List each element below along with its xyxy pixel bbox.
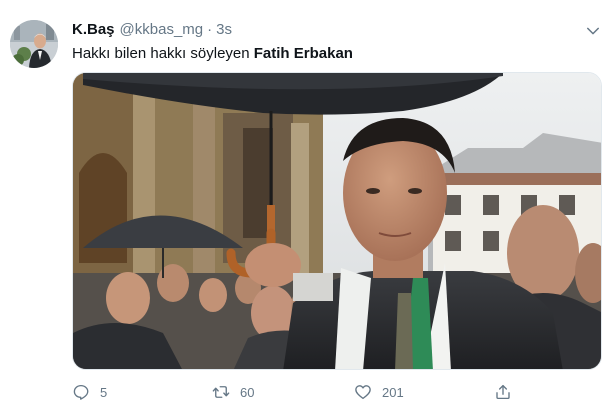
retweet-count: 60 (240, 384, 255, 400)
heart-icon (355, 385, 371, 400)
reply-count: 5 (100, 384, 108, 400)
tweet-actions: 5 60 201 (72, 380, 542, 404)
display-name[interactable]: K.Baş (72, 21, 115, 38)
share-icon (496, 384, 510, 400)
tweet-text: Hakkı bilen hakkı söyleyen Fatih Erbakan (72, 44, 353, 64)
user-handle[interactable]: @kkbas_mg (120, 21, 204, 38)
reply-icon (73, 384, 89, 400)
like-button[interactable]: 201 (354, 380, 404, 404)
tweet-text-mention: Fatih Erbakan (253, 45, 353, 62)
retweet-icon (212, 386, 230, 398)
like-count: 201 (382, 384, 404, 400)
reply-button[interactable]: 5 (72, 380, 107, 404)
tweet-header: K.Baş @kkbas_mg · 3s (72, 21, 232, 41)
tweet-text-prefix: Hakkı bilen hakkı söyleyen (72, 45, 254, 62)
tweet-photo[interactable] (72, 72, 602, 370)
tweet-card[interactable]: K.Baş @kkbas_mg · 3s Hakkı bilen hakkı s… (0, 0, 614, 410)
share-button[interactable] (494, 380, 512, 404)
chevron-down-icon[interactable] (584, 22, 602, 40)
separator-dot: · (207, 21, 213, 38)
retweet-button[interactable]: 60 (212, 380, 254, 404)
timestamp[interactable]: 3s (216, 21, 232, 38)
avatar[interactable] (10, 20, 58, 68)
